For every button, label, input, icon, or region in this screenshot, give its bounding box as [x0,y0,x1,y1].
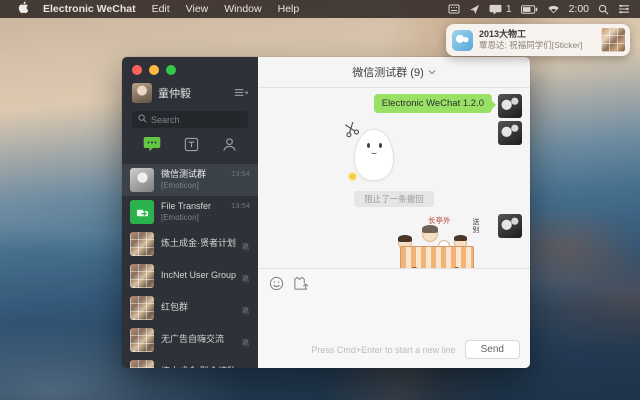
tab-contacts[interactable] [222,137,237,157]
composer-hint: Press Cmd+Enter to start a new line [311,345,455,355]
emoji-icon[interactable] [269,276,284,296]
chat-name: IncNet User Group [161,270,250,282]
mute-icon [241,270,250,288]
current-user-row: 童仲毅 [122,75,258,105]
search-input[interactable]: Search [132,111,248,128]
zoom-window-button[interactable] [166,65,176,75]
chat-item-group-1[interactable]: 炼土成金·贤者计划 [122,228,258,260]
mute-icon [241,366,250,368]
window-controls [122,57,258,75]
notification-center-icon[interactable] [618,4,630,14]
tray-unread-badge: 1 [506,4,512,15]
chat-time: 13:54 [231,201,250,210]
chat-item-file-transfer[interactable]: File Transfer [Emoticon] 13:54 [122,196,258,228]
mute-icon [241,334,250,352]
spotlight-icon[interactable] [598,4,609,15]
outgoing-text-bubble[interactable]: Electronic WeChat 1.2.0 [374,94,492,113]
chat-name: 炼土成金·贤者计划 [161,238,250,250]
flower-icon [348,172,357,181]
minimize-window-button[interactable] [149,65,159,75]
menubar-clock[interactable]: 2:00 [569,3,589,15]
notification-title: 2013大物工 [479,29,595,40]
menu-bar: Electronic WeChat Edit View Window Help … [0,0,640,18]
wifi-icon[interactable] [547,4,560,14]
chat-item-group-4[interactable]: 无广告自嗨交流 [122,324,258,356]
chat-item-group-3[interactable]: 红包群 [122,292,258,324]
location-icon[interactable] [469,4,480,15]
group-avatar [130,264,154,288]
chat-item-wechat-test-group[interactable]: 微信测试群 [Emoticon] 13:54 [122,164,258,196]
chat-name: 红包群 [161,302,250,314]
sidebar-tabs [122,128,258,164]
desktop: Electronic WeChat Edit View Window Help … [0,0,640,400]
mute-icon [241,238,250,256]
sidebar: 童仲毅 Search [122,57,258,368]
chat-preview: [Emoticon] [161,213,250,223]
app-tray-icon[interactable] [489,4,502,15]
menu-view[interactable]: View [178,3,217,15]
white-ghost-with-scissors-sticker[interactable] [342,121,406,185]
menubar-app-name[interactable]: Electronic WeChat [37,3,144,15]
group-avatar [130,360,154,368]
family-in-cart-sticker[interactable]: 长亭外 送别 [394,214,488,268]
battery-icon[interactable] [521,5,538,14]
menu-icon[interactable] [234,84,248,102]
chat-item-group-2[interactable]: IncNet User Group [122,260,258,292]
send-button[interactable]: Send [465,340,520,359]
apple-icon[interactable] [10,1,37,17]
message-history[interactable]: Electronic WeChat 1.2.0 [258,88,530,268]
group-avatar [130,328,154,352]
system-notice: 阻止了一条撤回 [354,191,434,207]
chat-preview: [Emoticon] [161,181,250,191]
search-placeholder: Search [151,115,180,125]
message-row: 长亭外 送别 [266,214,522,268]
sticker-panel-icon[interactable] [293,276,309,296]
menu-window[interactable]: Window [216,3,269,15]
notification-banner[interactable]: 2013大物工 覃恩达: 祝福同学们[Sticker] [446,24,630,56]
message-composer[interactable]: Press Cmd+Enter to start a new line Send [258,268,530,368]
menu-edit[interactable]: Edit [144,3,178,15]
mute-icon [241,302,250,320]
group-avatar [130,232,154,256]
message-row: Electronic WeChat 1.2.0 [266,94,522,118]
chat-time: 13:54 [231,169,250,178]
close-window-button[interactable] [132,65,142,75]
search-icon [138,114,147,125]
sticker-calligraphy-text: 送别 [470,218,480,234]
notification-sticker-thumbnail [601,28,625,52]
message-row [266,121,522,185]
current-user-name: 童仲毅 [158,85,228,101]
chat-avatar [130,168,154,192]
chat-list: 微信测试群 [Emoticon] 13:54 File Transfer [Em… [122,164,258,368]
conversation-pane: 微信测试群 (9) Electronic WeChat 1.2.0 [258,57,530,368]
menu-help[interactable]: Help [270,3,308,15]
chat-name: 无广告自嗨交流 [161,334,250,346]
current-user-avatar[interactable] [132,83,152,103]
notification-body: 覃恩达: 祝福同学们[Sticker] [479,40,595,51]
chat-item-group-5[interactable]: 炼土成金·联合编队 [122,356,258,368]
tab-official-accounts[interactable] [184,137,199,157]
tab-chats[interactable] [143,136,161,157]
input-source-icon[interactable] [448,4,460,14]
chat-name: 炼土成金·联合编队 [161,366,250,368]
sender-avatar[interactable] [498,94,522,118]
chevron-down-icon[interactable] [428,66,436,78]
sender-avatar[interactable] [498,121,522,145]
file-transfer-icon [130,200,154,224]
conversation-title: 微信测试群 (9) [352,64,424,80]
wechat-window: 童仲毅 Search [122,57,530,368]
sender-avatar[interactable] [498,214,522,238]
system-message-row: 阻止了一条撤回 [266,188,522,211]
notification-app-icon [452,30,473,51]
group-avatar [130,296,154,320]
conversation-header: 微信测试群 (9) [258,57,530,88]
